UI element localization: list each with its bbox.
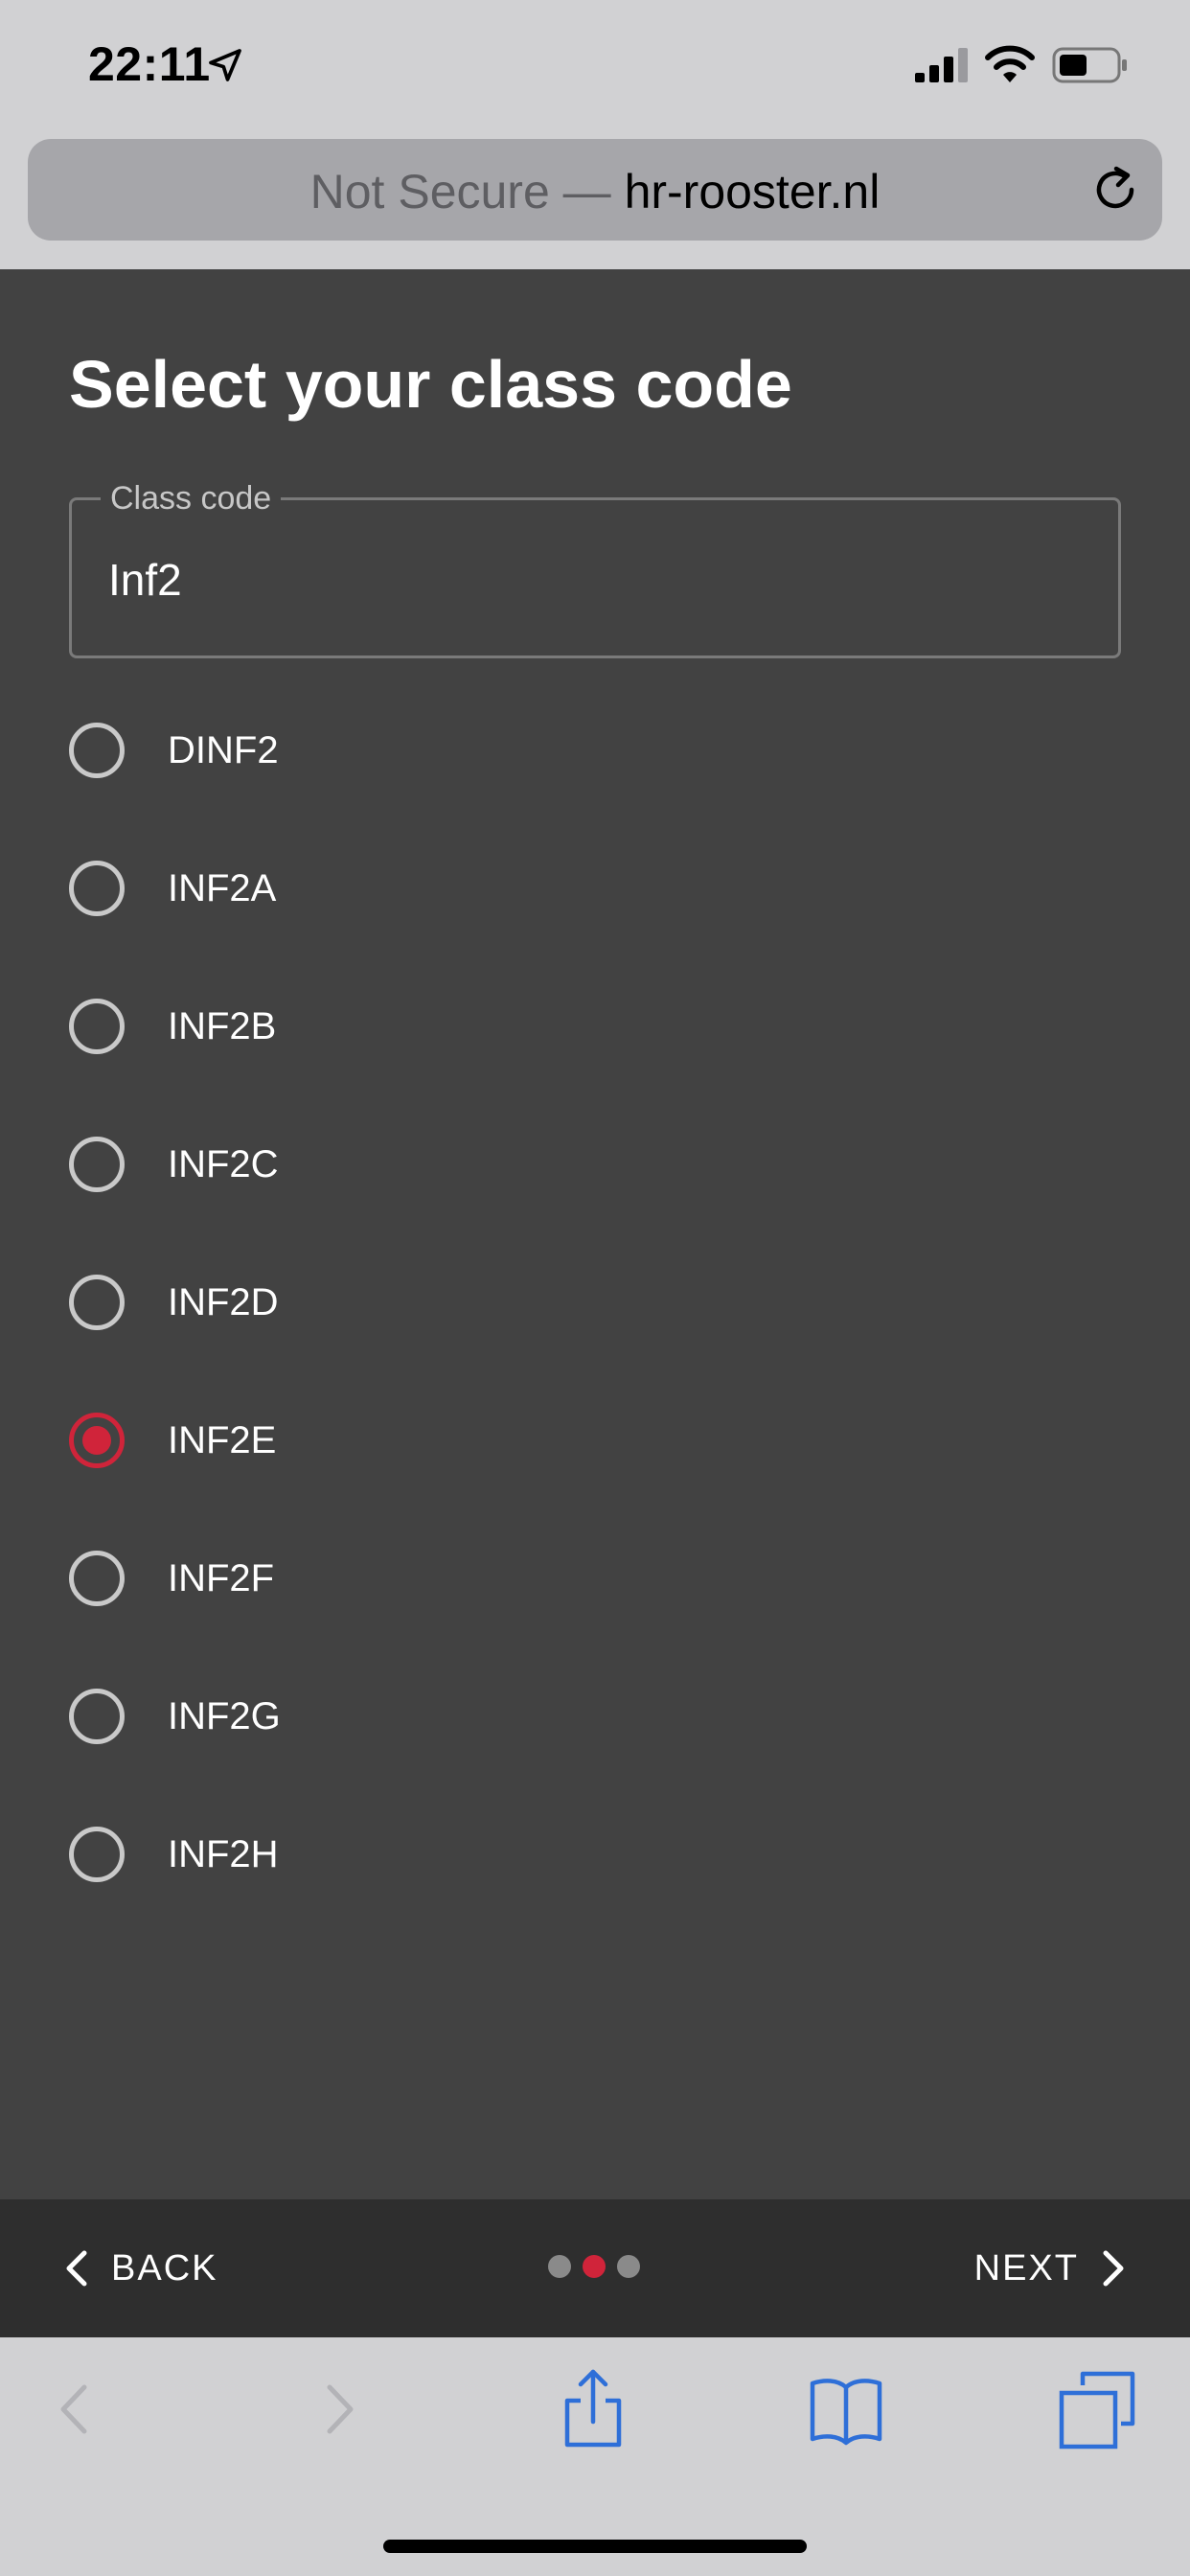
page-title: Select your class code (69, 347, 792, 422)
bookmarks-icon[interactable] (803, 2366, 889, 2452)
radio-unselected[interactable] (69, 1275, 125, 1330)
class-code-label: Class code (101, 481, 282, 516)
wifi-icon (985, 45, 1035, 82)
class-option-dinf2[interactable]: DINF2 (69, 681, 1121, 819)
location-arrow-icon (209, 49, 241, 81)
content-area: Select your class code Class code DINF2 I… (0, 269, 1190, 2199)
share-icon[interactable] (550, 2366, 636, 2452)
radio-unselected[interactable] (69, 1137, 125, 1192)
back-button[interactable]: BACK (63, 2238, 217, 2299)
step-indicator (548, 2255, 640, 2278)
class-code-field[interactable]: Class code (69, 481, 1121, 658)
option-label: INF2E (168, 1418, 277, 1461)
radio-selected[interactable] (69, 1413, 125, 1468)
radio-unselected[interactable] (69, 1827, 125, 1882)
option-label: INF2G (168, 1694, 281, 1737)
url-bar[interactable]: Not Secure — hr-rooster.nl (28, 139, 1162, 241)
option-label: INF2C (168, 1142, 279, 1185)
class-options-list: DINF2 INF2A INF2B INF2C INF2D INF2E INF2F INF2G… (69, 681, 1121, 1923)
class-option-inf2e[interactable]: INF2E (69, 1371, 1121, 1509)
battery-icon (1052, 47, 1127, 83)
status-time: 22:11 (88, 37, 211, 91)
tabs-icon[interactable] (1054, 2366, 1140, 2452)
step-dot-active (583, 2255, 606, 2278)
url-domain: hr-rooster.nl (624, 165, 881, 218)
chevron-left-icon (66, 2250, 87, 2287)
option-label: INF2B (168, 1004, 277, 1047)
class-option-inf2c[interactable]: INF2C (69, 1095, 1121, 1233)
option-label: DINF2 (168, 728, 279, 771)
next-label: NEXT (973, 2247, 1079, 2288)
back-arrow-icon[interactable] (33, 2366, 119, 2452)
radio-unselected[interactable] (69, 999, 125, 1054)
option-label: INF2F (168, 1556, 275, 1599)
option-label: INF2A (168, 866, 277, 909)
security-label: Not Secure — (309, 165, 611, 218)
back-label: BACK (111, 2247, 218, 2288)
forward-arrow-icon[interactable] (295, 2366, 381, 2452)
option-label: INF2H (168, 1832, 279, 1875)
step-dot (617, 2255, 640, 2278)
class-option-inf2d[interactable]: INF2D (69, 1233, 1121, 1371)
wizard-nav: BACK NEXT (0, 2199, 1190, 2337)
class-option-inf2a[interactable]: INF2A (69, 819, 1121, 957)
class-option-inf2f[interactable]: INF2F (69, 1509, 1121, 1647)
next-button[interactable]: NEXT (974, 2238, 1127, 2299)
class-option-inf2g[interactable]: INF2G (69, 1647, 1121, 1785)
chevron-right-icon (1103, 2250, 1124, 2287)
radio-unselected[interactable] (69, 861, 125, 916)
cellular-signal-icon (915, 48, 968, 82)
class-option-inf2h[interactable]: INF2H (69, 1785, 1121, 1923)
radio-unselected[interactable] (69, 1689, 125, 1744)
step-dot (548, 2255, 571, 2278)
home-indicator (383, 2540, 807, 2553)
status-bar: 22:11 (0, 0, 1190, 129)
radio-unselected[interactable] (69, 1551, 125, 1606)
option-label: INF2D (168, 1280, 279, 1323)
reload-icon[interactable] (1089, 164, 1141, 216)
class-code-input[interactable] (108, 546, 1066, 613)
class-option-inf2b[interactable]: INF2B (69, 957, 1121, 1095)
radio-unselected[interactable] (69, 723, 125, 778)
url-text: Not Secure — hr-rooster.nl (28, 164, 1162, 219)
